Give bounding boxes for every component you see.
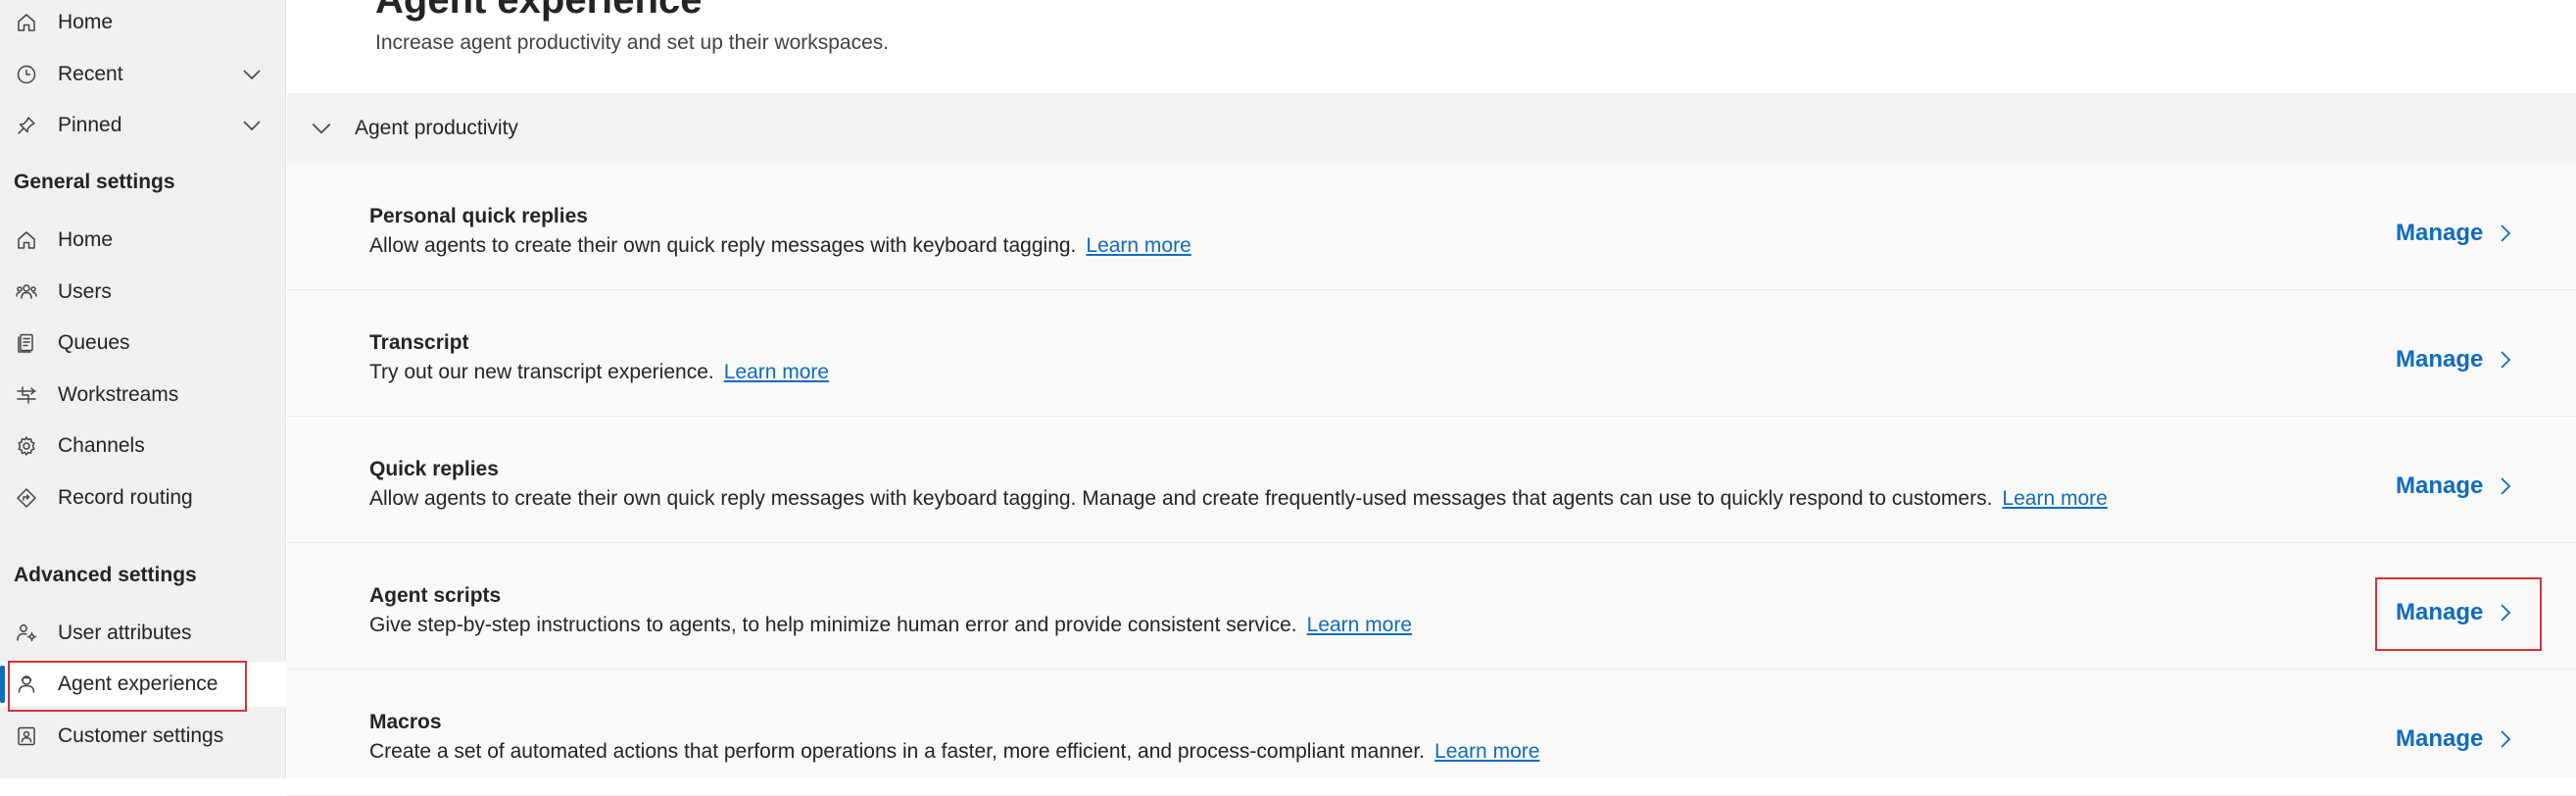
sidebar-item-label: Users	[58, 280, 112, 303]
chevron-down-icon[interactable]	[239, 113, 265, 138]
chevron-right-icon	[2497, 600, 2516, 625]
general-settings-heading: General settings	[14, 171, 175, 193]
manage-button[interactable]: Manage	[2396, 214, 2516, 253]
sidebar-item-channels[interactable]: Channels	[0, 423, 286, 469]
chevron-down-icon[interactable]	[307, 114, 336, 143]
setting-row-personal-quick-replies: Personal quick replies Allow agents to c…	[287, 164, 2576, 290]
learn-more-link[interactable]: Learn more	[1086, 234, 1191, 257]
setting-description: Allow agents to create their own quick r…	[369, 487, 2108, 511]
manage-label: Manage	[2396, 346, 2484, 373]
queue-icon	[14, 330, 39, 356]
description-text: Try out our new transcript experience.	[369, 361, 714, 383]
learn-more-link[interactable]: Learn more	[2002, 487, 2107, 510]
sidebar-item-label: Home	[58, 11, 114, 33]
setting-row-agent-scripts: Agent scripts Give step-by-step instruct…	[287, 543, 2576, 670]
setting-name: Transcript	[369, 331, 469, 354]
advanced-settings-heading: Advanced settings	[14, 564, 197, 586]
setting-row-quick-replies: Quick replies Allow agents to create the…	[287, 417, 2576, 543]
sidebar-item-label: Channels	[58, 434, 145, 457]
learn-more-link[interactable]: Learn more	[724, 361, 829, 383]
sidebar-item-label: Agent experience	[58, 672, 219, 695]
sidebar-item-customer-settings[interactable]: Customer settings	[0, 714, 286, 759]
chevron-right-icon	[2497, 221, 2516, 246]
pin-icon	[14, 113, 39, 138]
sidebar-item-user-attributes[interactable]: User attributes	[0, 611, 286, 656]
main-content: Agent experience Increase agent producti…	[287, 0, 2576, 796]
setting-row-transcript: Transcript Try out our new transcript ex…	[287, 290, 2576, 417]
sidebar-item-home[interactable]: Home	[0, 0, 286, 45]
sidebar-item-queues[interactable]: Queues	[0, 321, 286, 366]
sidebar-item-label: Home	[58, 228, 114, 251]
home-icon	[14, 10, 39, 35]
learn-more-link[interactable]: Learn more	[1434, 740, 1539, 763]
sidebar-item-label: Recent	[58, 63, 123, 85]
sidebar-item-workstreams[interactable]: Workstreams	[0, 373, 286, 418]
sidebar-item-record-routing[interactable]: Record routing	[0, 475, 286, 521]
page-title: Agent experience	[375, 0, 703, 22]
description-text: Create a set of automated actions that p…	[369, 740, 1426, 763]
chevron-right-icon	[2497, 473, 2516, 499]
workstream-icon	[14, 382, 39, 408]
setting-description: Allow agents to create their own quick r…	[369, 234, 1191, 258]
customer-icon	[14, 723, 39, 749]
manage-button[interactable]: Manage	[2396, 720, 2516, 759]
setting-description: Give step-by-step instructions to agents…	[369, 614, 1412, 637]
chevron-right-icon	[2497, 347, 2516, 373]
manage-label: Manage	[2396, 473, 2484, 499]
page-subtitle: Increase agent productivity and set up t…	[375, 31, 890, 54]
setting-description: Try out our new transcript experience. Le…	[369, 361, 829, 384]
setting-name: Quick replies	[369, 458, 499, 480]
chevron-right-icon	[2497, 726, 2516, 752]
section-header-agent-productivity[interactable]: Agent productivity	[287, 93, 2576, 164]
sidebar-item-pinned[interactable]: Pinned	[0, 103, 286, 148]
sidebar: Home Recent Pinned General settings Home…	[0, 0, 286, 778]
setting-description: Create a set of automated actions that p…	[369, 740, 1539, 764]
home-icon	[14, 227, 39, 253]
settings-list: Personal quick replies Allow agents to c…	[287, 164, 2576, 796]
clock-icon	[14, 62, 39, 87]
manage-label: Manage	[2396, 725, 2484, 752]
manage-button[interactable]: Manage	[2396, 340, 2516, 379]
selection-indicator	[0, 666, 5, 703]
sidebar-item-label: Queues	[58, 331, 130, 354]
manage-label: Manage	[2396, 599, 2484, 625]
routing-icon	[14, 485, 39, 511]
sidebar-item-label: Workstreams	[58, 383, 179, 406]
manage-button[interactable]: Manage	[2396, 467, 2516, 506]
manage-button[interactable]: Manage	[2396, 593, 2516, 632]
manage-label: Manage	[2396, 220, 2484, 246]
learn-more-link[interactable]: Learn more	[1307, 614, 1412, 636]
people-icon	[14, 279, 39, 305]
sidebar-item-agent-experience[interactable]: Agent experience	[0, 662, 286, 707]
sidebar-item-label: User attributes	[58, 622, 192, 644]
description-text: Give step-by-step instructions to agents…	[369, 614, 1297, 636]
section-title: Agent productivity	[355, 117, 518, 139]
sidebar-item-users[interactable]: Users	[0, 270, 286, 315]
gear-icon	[14, 433, 39, 459]
user-attributes-icon	[14, 621, 39, 646]
setting-row-macros: Macros Create a set of automated actions…	[287, 670, 2576, 796]
description-text: Allow agents to create their own quick r…	[369, 234, 1077, 257]
sidebar-item-label: Record routing	[58, 486, 193, 509]
setting-name: Agent scripts	[369, 584, 502, 607]
setting-name: Personal quick replies	[369, 205, 588, 227]
sidebar-item-label: Pinned	[58, 114, 122, 136]
sidebar-item-label: Customer settings	[58, 724, 224, 747]
description-text: Allow agents to create their own quick r…	[369, 487, 1993, 510]
setting-name: Macros	[369, 711, 442, 733]
chevron-down-icon[interactable]	[239, 62, 265, 87]
agent-icon	[14, 672, 39, 697]
sidebar-item-general-home[interactable]: Home	[0, 218, 286, 263]
sidebar-item-recent[interactable]: Recent	[0, 52, 286, 97]
